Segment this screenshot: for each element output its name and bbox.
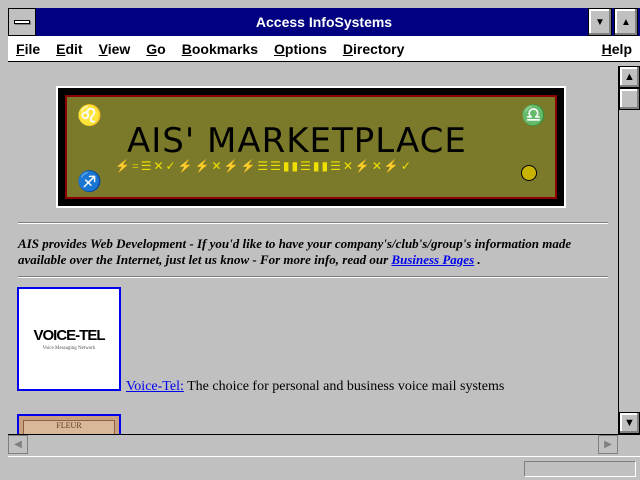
maximize-button[interactable]: ▲ — [614, 8, 638, 36]
voice-tel-logo[interactable]: VOICE-TEL Voice Messaging Network — [17, 287, 121, 391]
menu-bar: File Edit View Go Bookmarks Options Dire… — [8, 36, 640, 62]
banner-panel: ♌ ♎ ♐ AIS' MARKETPLACE ⚡=☰✕✓⚡⚡✕⚡⚡☰☰▮▮☰▮▮… — [65, 95, 557, 199]
window-title: Access InfoSystems — [255, 14, 393, 30]
arrow-down-icon: ▼ — [624, 417, 635, 429]
intro-paragraph: AIS provides Web Development - If you'd … — [18, 236, 608, 268]
menu-view[interactable]: View — [91, 41, 139, 57]
menu-go[interactable]: Go — [138, 41, 173, 57]
voice-tel-logo-tagline: Voice Messaging Network — [42, 346, 96, 351]
page-content: ♌ ♎ ♐ AIS' MARKETPLACE ⚡=☰✕✓⚡⚡✕⚡⚡☰☰▮▮☰▮▮… — [8, 66, 618, 434]
arrow-left-icon: ◀ — [14, 439, 22, 450]
menu-bookmarks[interactable]: Bookmarks — [174, 41, 266, 57]
marketplace-banner: ♌ ♎ ♐ AIS' MARKETPLACE ⚡=☰✕✓⚡⚡✕⚡⚡☰☰▮▮☰▮▮… — [56, 86, 566, 208]
arrow-right-icon: ▶ — [604, 439, 612, 450]
minimize-button[interactable]: ▼ — [588, 8, 612, 36]
scroll-thumb[interactable] — [619, 88, 640, 110]
voice-tel-description: The choice for personal and business voi… — [183, 379, 505, 394]
menu-edit[interactable]: Edit — [48, 41, 90, 57]
sagittarius-icon: ♐ — [77, 171, 102, 193]
minimize-icon: ▼ — [595, 16, 605, 28]
menu-directory[interactable]: Directory — [335, 41, 412, 57]
scroll-left-button[interactable]: ◀ — [8, 435, 28, 454]
maximize-icon: ▲ — [621, 16, 631, 28]
libra-icon: ♎ — [521, 105, 546, 127]
browser-window: Access InfoSystems ▼ ▲ File Edit View Go… — [0, 0, 640, 480]
voice-tel-link[interactable]: Voice-Tel: — [126, 379, 184, 394]
scroll-up-button[interactable]: ▲ — [619, 66, 640, 88]
fleur-logo-label: FLEUR — [23, 420, 115, 434]
moon-icon — [521, 165, 537, 181]
title-bar[interactable]: Access InfoSystems ▼ ▲ — [8, 8, 640, 36]
divider — [18, 222, 608, 224]
scroll-down-button[interactable]: ▼ — [619, 412, 640, 434]
system-menu-icon — [14, 20, 30, 24]
divider — [18, 276, 608, 278]
status-bar — [8, 456, 640, 480]
status-field — [524, 461, 636, 477]
menu-file[interactable]: File — [8, 41, 48, 57]
intro-text: AIS provides Web Development - If you'd … — [18, 236, 572, 267]
arrow-up-icon: ▲ — [624, 71, 635, 83]
banner-title: AIS' MARKETPLACE — [127, 121, 467, 161]
vertical-scrollbar[interactable]: ▲ ▼ — [618, 66, 640, 434]
menu-options[interactable]: Options — [266, 41, 335, 57]
horizontal-scrollbar[interactable]: ◀ ▶ — [8, 434, 640, 454]
fleur-logo[interactable]: FLEUR — [17, 414, 121, 434]
scroll-right-button[interactable]: ▶ — [598, 435, 618, 454]
menu-help[interactable]: Help — [594, 41, 640, 57]
banner-glyph-row: ⚡=☰✕✓⚡⚡✕⚡⚡☰☰▮▮☰▮▮☰✕⚡✕⚡✓ — [115, 159, 413, 173]
business-pages-link[interactable]: Business Pages — [391, 252, 474, 267]
system-menu-button[interactable] — [8, 8, 36, 36]
list-item: Voice-Tel: The choice for personal and b… — [126, 379, 504, 395]
intro-suffix: . — [474, 252, 481, 267]
leo-icon: ♌ — [77, 105, 102, 127]
voice-tel-logo-mark: VOICE-TEL — [33, 327, 105, 344]
